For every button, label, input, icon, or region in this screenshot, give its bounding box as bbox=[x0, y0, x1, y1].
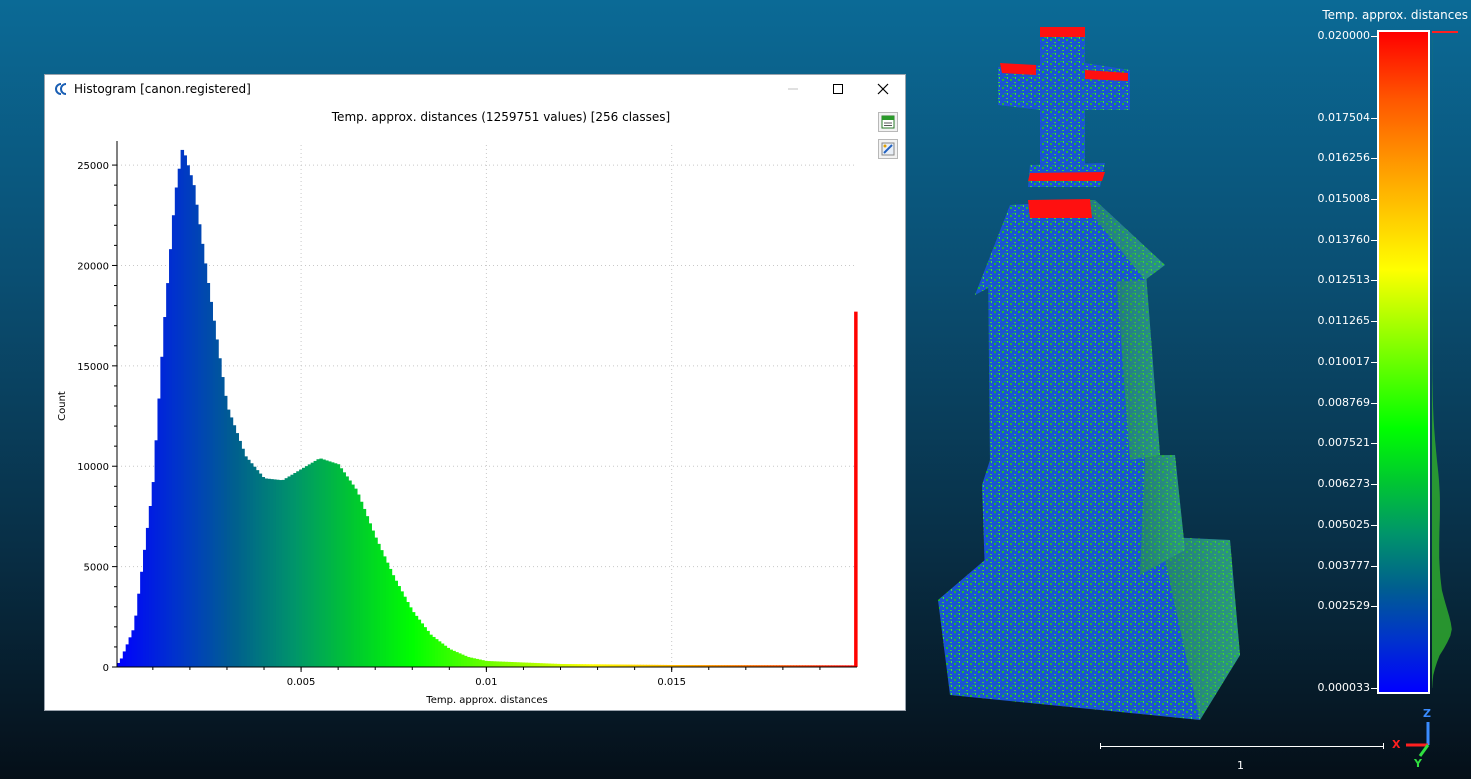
x-tick-label: 0.015 bbox=[657, 677, 686, 688]
y-tick-label: 10000 bbox=[77, 462, 109, 473]
csv-file-icon bbox=[881, 115, 895, 129]
chart-title: Temp. approx. distances (1259751 values)… bbox=[331, 110, 670, 124]
image-export-icon bbox=[881, 142, 895, 156]
color-scale-tick bbox=[1371, 199, 1377, 200]
color-scale-tick bbox=[1371, 361, 1377, 363]
color-scale-tick bbox=[1371, 158, 1377, 160]
y-axis-line bbox=[1418, 744, 1430, 757]
y-tick-label: 5000 bbox=[84, 563, 109, 574]
scale-bar-left-tick bbox=[1100, 743, 1101, 749]
color-scale-tick bbox=[1371, 117, 1377, 119]
histogram-bar bbox=[854, 311, 858, 667]
histogram-chart: Temp. approx. distances (1259751 values)… bbox=[57, 110, 858, 706]
color-scale-tick bbox=[1371, 484, 1377, 486]
color-scale-label: 0.012513 bbox=[1317, 273, 1371, 287]
export-image-button[interactable] bbox=[878, 139, 898, 159]
y-tick-label: 25000 bbox=[77, 161, 109, 172]
color-scale-label: 0.020000 bbox=[1317, 29, 1371, 42]
color-scale-label: 0.010017 bbox=[1317, 354, 1371, 368]
color-scale-tick bbox=[1371, 443, 1377, 445]
color-scale-tick bbox=[1371, 280, 1377, 282]
x-axis-label: X bbox=[1392, 738, 1401, 751]
color-scale-label: 0.015008 bbox=[1317, 192, 1371, 205]
x-tick-label: 0.01 bbox=[475, 677, 497, 688]
color-scale-tick bbox=[1371, 565, 1377, 567]
scale-bar-label: 1 bbox=[1237, 759, 1244, 772]
x-axis-title: Temp. approx. distances bbox=[425, 695, 547, 706]
y-axis-title: Count bbox=[57, 391, 68, 421]
color-scale-tick bbox=[1371, 239, 1377, 241]
histogram-window[interactable]: Histogram [canon.registered] Temp. appro… bbox=[44, 74, 906, 711]
color-scale-label: 0.016256 bbox=[1317, 151, 1371, 165]
x-tick-label: 0.005 bbox=[287, 677, 316, 688]
color-scale-label: 0.011265 bbox=[1317, 314, 1371, 328]
color-scale-label: 0.017504 bbox=[1317, 110, 1371, 124]
y-tick-label: 0 bbox=[103, 663, 109, 674]
y-tick-label: 20000 bbox=[77, 261, 109, 272]
color-scale-label: 0.013760 bbox=[1317, 232, 1371, 246]
color-scale-tick bbox=[1371, 688, 1377, 689]
scale-bar-right-tick bbox=[1383, 743, 1384, 749]
color-scale-label: 0.008769 bbox=[1317, 395, 1371, 409]
y-tick-label: 15000 bbox=[77, 362, 109, 373]
export-csv-button[interactable] bbox=[878, 112, 898, 132]
color-scale-tick bbox=[1371, 402, 1377, 404]
color-scale-label: 0.005025 bbox=[1317, 517, 1371, 531]
color-scale-tick bbox=[1371, 321, 1377, 323]
color-scale-tick bbox=[1371, 524, 1377, 526]
z-axis-label: Z bbox=[1423, 707, 1431, 720]
color-scale-label: 0.006273 bbox=[1317, 477, 1371, 491]
color-scale-label: 0.007521 bbox=[1317, 436, 1371, 450]
y-axis-label: Y bbox=[1414, 757, 1422, 770]
color-scale-label: 0.000033 bbox=[1317, 681, 1371, 694]
scale-bar bbox=[1100, 746, 1384, 747]
color-scale-label: 0.003777 bbox=[1317, 558, 1371, 572]
color-scale-tick bbox=[1371, 36, 1377, 37]
color-scale-mini-histogram bbox=[1432, 36, 1452, 688]
color-scale-label: 0.002529 bbox=[1317, 599, 1371, 613]
color-scale-tick bbox=[1371, 606, 1377, 608]
